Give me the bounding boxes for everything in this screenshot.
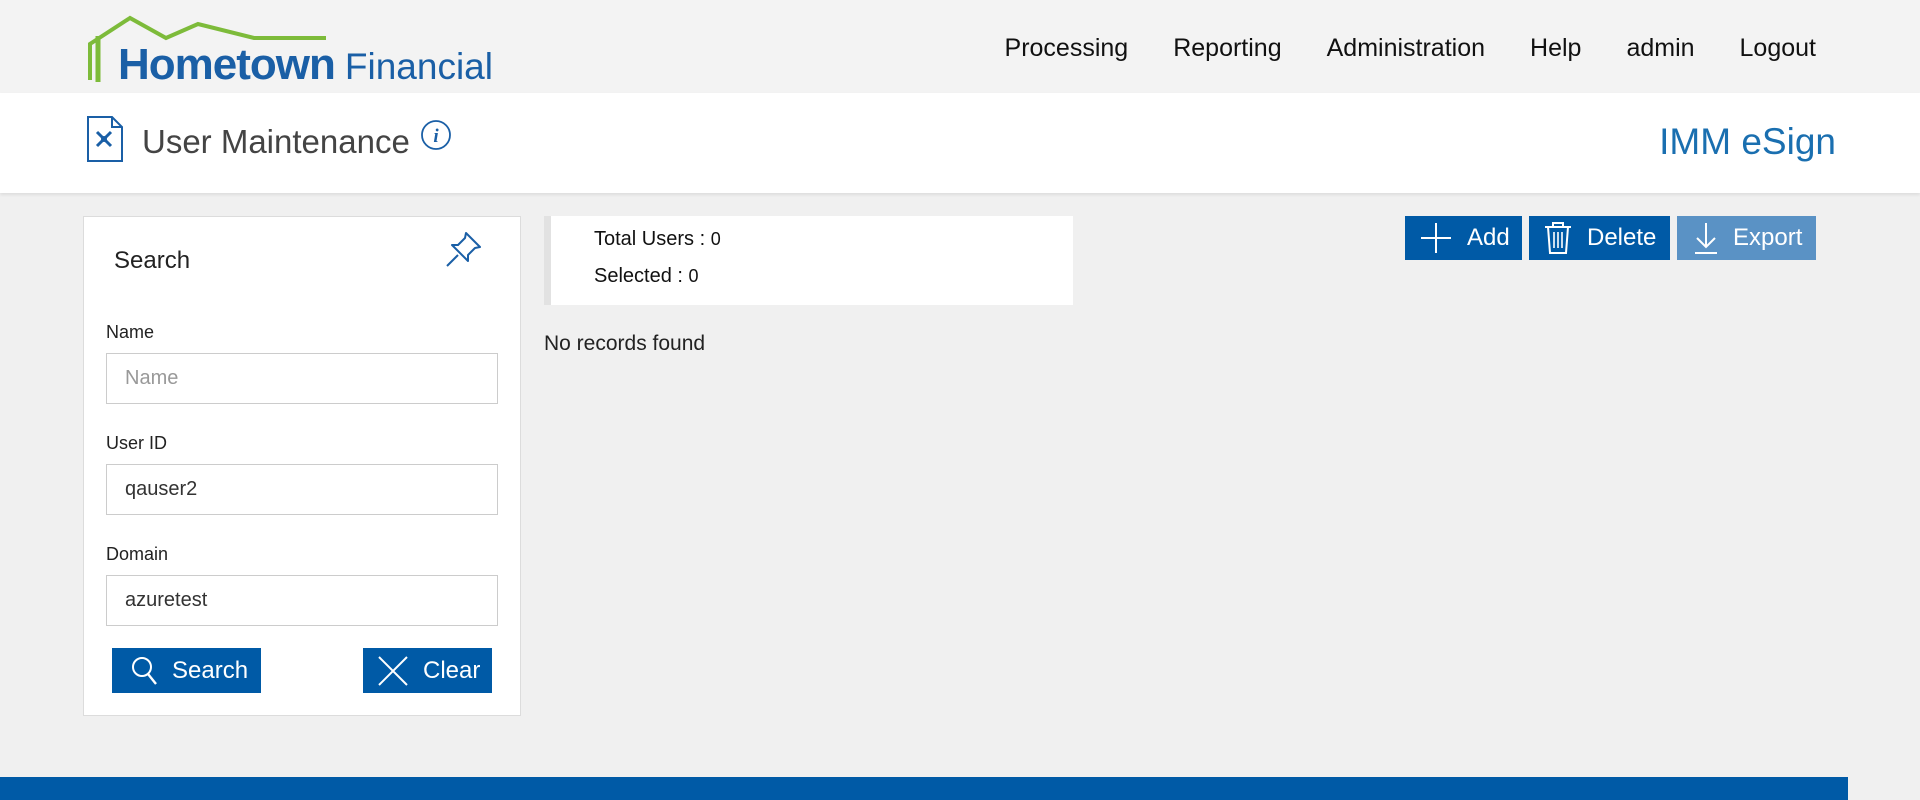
clear-button[interactable]: Clear <box>363 648 492 693</box>
add-user-button[interactable]: Add <box>1405 216 1522 260</box>
domain-input[interactable] <box>106 575 498 626</box>
name-label: Name <box>106 322 155 342</box>
domain-label: Domain <box>106 544 169 564</box>
page-title: User Maintenance <box>142 123 410 160</box>
info-icon[interactable]: i <box>420 119 452 151</box>
selected-users: Selected : 0 <box>594 265 699 287</box>
user-id-label: User ID <box>106 433 168 453</box>
pin-icon[interactable] <box>444 229 484 269</box>
empty-results-message: No records found <box>544 332 706 355</box>
nav-administration[interactable]: Administration <box>1327 34 1485 63</box>
nav-reporting[interactable]: Reporting <box>1173 34 1281 63</box>
nav-logout[interactable]: Logout <box>1740 34 1816 63</box>
nav-processing[interactable]: Processing <box>1005 34 1129 63</box>
export-button-label: Export <box>1733 224 1803 251</box>
nav-help[interactable]: Help <box>1530 34 1581 63</box>
page-header: User Maintenance i IMM eSign <box>0 93 1920 193</box>
logo-sub-text: Financial <box>344 46 493 87</box>
svg-text:i: i <box>433 126 439 147</box>
trash-icon <box>1545 222 1571 254</box>
user-id-input[interactable] <box>106 464 498 515</box>
total-users: Total Users : 0 <box>594 228 721 250</box>
footer-bar <box>0 777 1848 800</box>
name-input[interactable] <box>106 353 498 404</box>
search-button[interactable]: Search <box>112 648 261 693</box>
export-button[interactable]: Export <box>1677 216 1816 260</box>
search-button-label: Search <box>172 656 249 684</box>
logo-main-text: Hometown <box>118 40 336 89</box>
selected-count: 0 <box>688 266 699 286</box>
close-icon <box>378 655 408 686</box>
clear-button-label: Clear <box>423 656 481 684</box>
delete-button-label: Delete <box>1587 224 1657 251</box>
search-panel: Search Name User ID Domain Search Clear <box>83 216 521 716</box>
plus-icon <box>1421 223 1451 253</box>
download-icon <box>1695 223 1717 254</box>
main-nav: Processing Reporting Administration Help… <box>1005 34 1816 63</box>
top-bar: Hometown Financial Processing Reporting A… <box>0 0 1920 93</box>
hometown-financial-logo[interactable]: Hometown Financial <box>86 14 506 89</box>
results-summary: Total Users : 0 Selected : 0 <box>544 216 1073 305</box>
nav-user-admin[interactable]: admin <box>1626 34 1694 63</box>
product-name: IMM eSign <box>1659 121 1836 162</box>
total-users-count: 0 <box>710 229 721 249</box>
search-icon <box>132 656 157 685</box>
add-button-label: Add <box>1467 224 1510 251</box>
search-panel-title: Search <box>114 247 191 274</box>
delete-user-button[interactable]: Delete <box>1529 216 1670 260</box>
document-tools-icon <box>87 116 123 162</box>
